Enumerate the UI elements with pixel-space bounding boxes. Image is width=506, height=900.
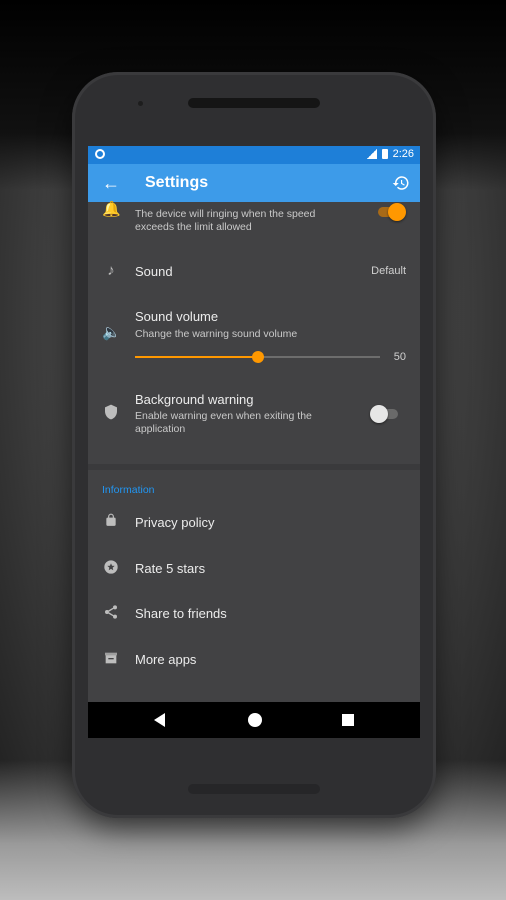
volume-icon: 🔈 (102, 324, 121, 341)
toggle-knob (388, 203, 406, 221)
app-bar: ← Settings (88, 164, 420, 202)
background-warning-subtitle: Enable warning even when exiting the app… (135, 410, 312, 435)
information-card: Information Privacy policy Rate 5 stars (88, 470, 420, 738)
volume-slider-fill (135, 356, 258, 358)
ringing-subtitle: The device will ringing when the speed e… (135, 208, 316, 233)
history-icon[interactable] (392, 174, 410, 192)
background-warning-title: Background warning (135, 392, 254, 407)
settings-list: 🔔 The device will ringing when the speed… (88, 201, 420, 738)
phone-frame: 2:26 ← Settings 🔔 The device will ringin… (72, 72, 436, 818)
sound-volume-subtitle: Change the warning sound volume (135, 328, 298, 340)
lock-icon (102, 512, 120, 530)
notification-icon (95, 149, 105, 159)
navigation-bar (88, 702, 420, 738)
volume-slider[interactable] (135, 351, 380, 363)
page-title: Settings (145, 174, 209, 191)
list-item-label: More apps (135, 652, 197, 667)
status-time: 2:26 (392, 148, 414, 160)
bottom-speaker (188, 784, 320, 794)
back-arrow-icon[interactable]: ← (102, 173, 120, 193)
volume-slider-handle[interactable] (251, 351, 264, 363)
nav-back-icon[interactable] (154, 713, 165, 727)
list-item-label: Share to friends (135, 606, 227, 621)
nav-home-icon[interactable] (248, 713, 262, 727)
shield-icon (102, 403, 120, 421)
ringing-toggle[interactable] (378, 203, 406, 221)
store-icon (102, 650, 120, 668)
sound-volume-title: Sound volume (135, 309, 219, 324)
earpiece-speaker (188, 98, 320, 108)
signal-icon (366, 149, 377, 159)
star-icon (102, 559, 120, 577)
list-item-label: Privacy policy (135, 515, 215, 530)
settings-card: 🔔 The device will ringing when the speed… (88, 201, 420, 464)
nav-recents-icon[interactable] (342, 714, 354, 726)
sound-title: Sound (135, 264, 173, 279)
battery-icon (381, 149, 388, 159)
status-bar: 2:26 (88, 146, 420, 164)
status-indicators: 2:26 (366, 148, 414, 160)
volume-value: 50 (393, 351, 406, 363)
background-warning-toggle[interactable] (370, 405, 398, 423)
music-note-icon: ♪ (107, 262, 115, 279)
share-icon (102, 604, 120, 622)
camera-icon (138, 101, 143, 106)
phone-screen: 2:26 ← Settings 🔔 The device will ringin… (88, 146, 420, 738)
sound-value: Default (371, 265, 406, 277)
list-item-label: Rate 5 stars (135, 561, 206, 576)
bell-icon: 🔔 (102, 201, 121, 218)
section-header-information: Information (102, 484, 155, 496)
toggle-knob (370, 405, 388, 423)
